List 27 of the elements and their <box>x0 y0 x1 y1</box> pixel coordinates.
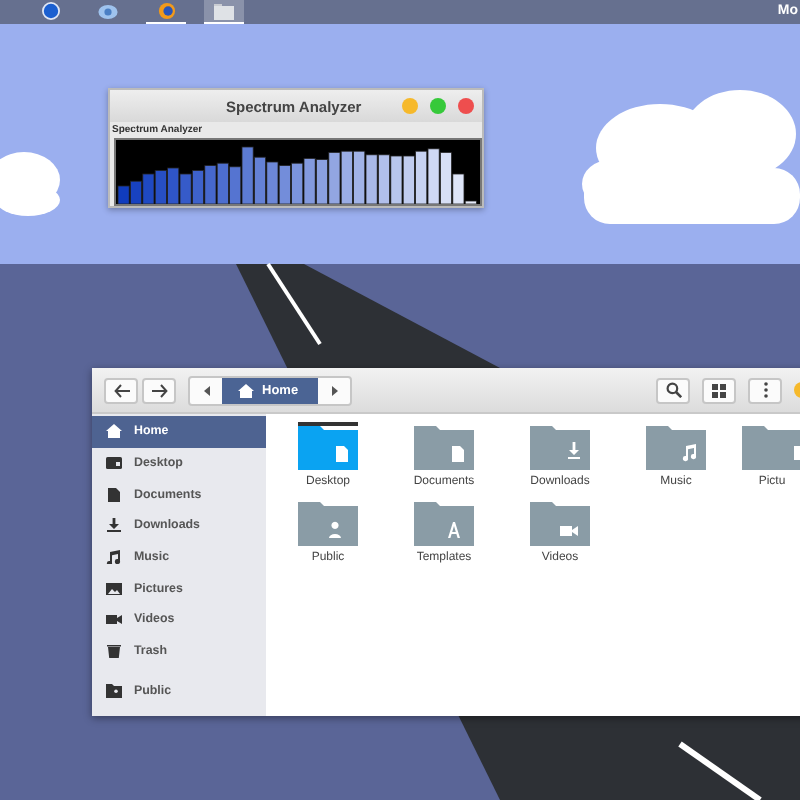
grid-view-button[interactable] <box>702 377 736 403</box>
right-triangle-icon <box>331 385 337 395</box>
search-button[interactable] <box>656 377 690 403</box>
home-icon <box>238 383 254 397</box>
trash-icon <box>106 644 122 659</box>
left-triangle-icon <box>203 385 209 395</box>
menu-button[interactable] <box>748 377 782 403</box>
grid-icon <box>712 383 726 397</box>
launcher-button[interactable] <box>204 0 244 24</box>
search-icon <box>665 382 681 398</box>
document-icon <box>106 487 122 502</box>
left-arrow-icon <box>113 383 129 397</box>
music-note-icon <box>106 550 122 565</box>
video-camera-icon <box>106 612 122 627</box>
monitor-icon <box>106 456 122 471</box>
right-arrow-icon <box>151 383 167 397</box>
folder-icon <box>214 3 234 19</box>
image-icon <box>106 581 122 596</box>
close-button[interactable] <box>458 98 474 114</box>
home-icon <box>106 424 122 439</box>
folder-icon <box>106 683 122 698</box>
back-button[interactable] <box>104 377 138 403</box>
cloud-drawing <box>0 152 60 216</box>
download-icon <box>106 518 122 533</box>
globe-icon <box>41 2 59 20</box>
eye-icon <box>98 3 118 19</box>
forward-button[interactable] <box>142 377 176 403</box>
